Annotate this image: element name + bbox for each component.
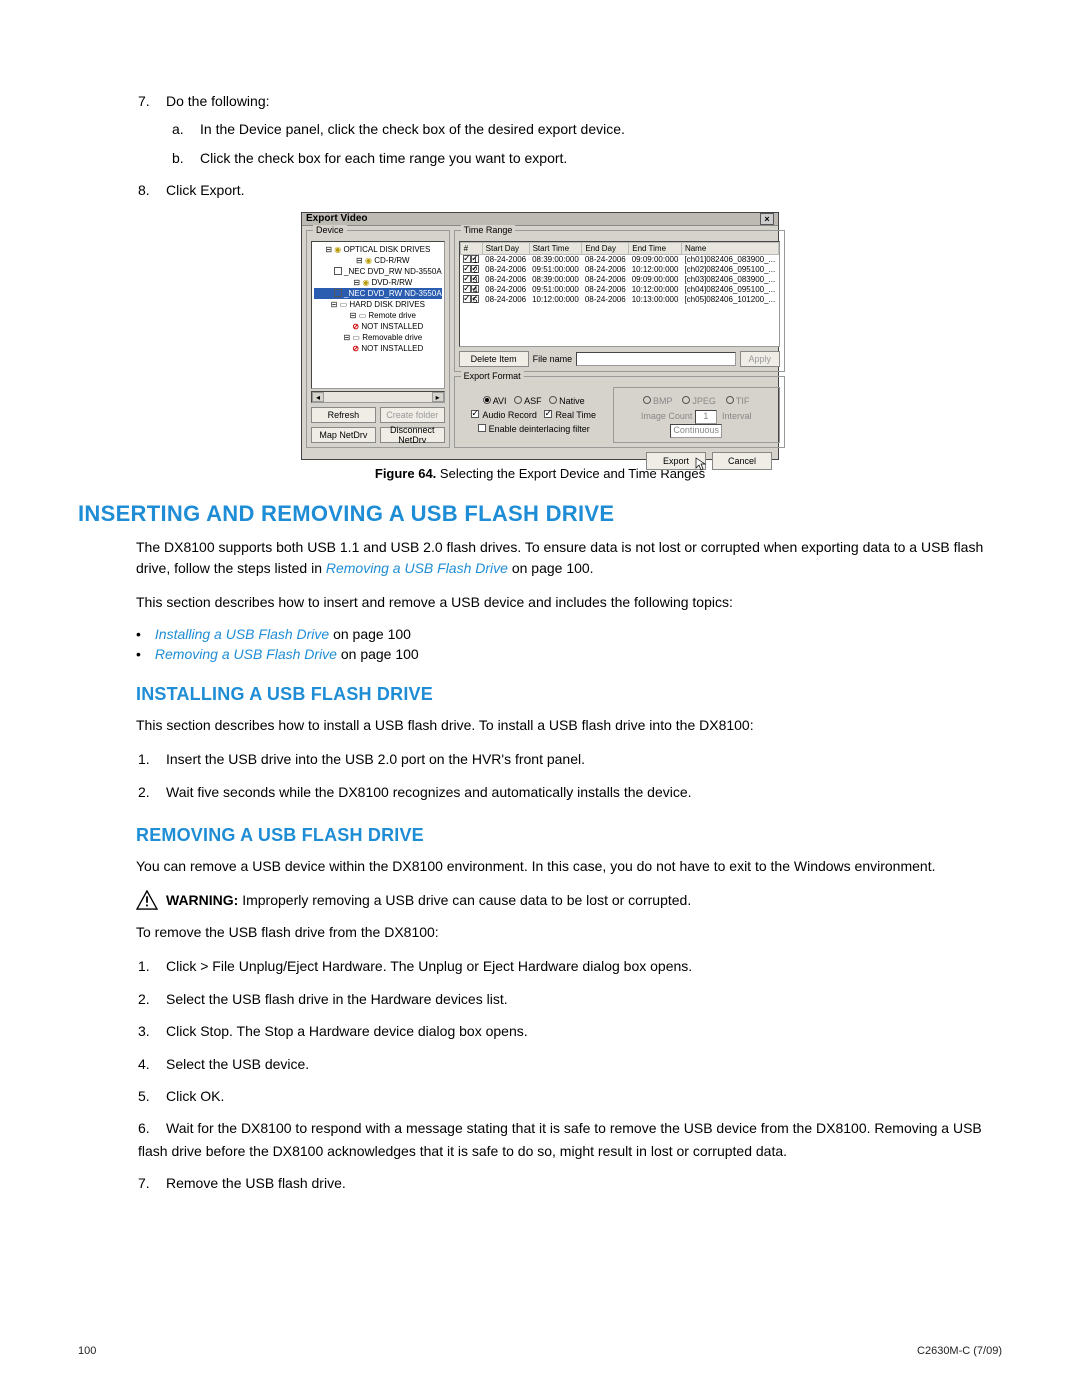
export-video-dialog: Export Video × Device ⊟ ◉ OPTICAL DISK D… bbox=[301, 212, 779, 460]
subheading-remove: REMOVING A USB FLASH DRIVE bbox=[136, 825, 1002, 846]
realtime-checkbox[interactable] bbox=[544, 410, 552, 418]
remove-step-2: 2.Select the USB flash drive in the Hard… bbox=[138, 988, 1002, 1010]
export-button[interactable]: Export bbox=[646, 452, 706, 470]
link-removing-usb[interactable]: Removing a USB Flash Drive bbox=[326, 560, 508, 576]
create-folder-button[interactable]: Create folder bbox=[380, 407, 445, 423]
audio-checkbox[interactable] bbox=[471, 410, 479, 418]
topic-list: Installing a USB Flash Drive on page 100… bbox=[136, 626, 1002, 662]
bmp-radio[interactable] bbox=[643, 396, 651, 404]
remove-step-1: 1.Click > File Unplug/Eject Hardware. Th… bbox=[138, 955, 1002, 977]
intro-paragraph-1: The DX8100 supports both USB 1.1 and USB… bbox=[136, 537, 1002, 580]
map-netdrv-button[interactable]: Map NetDrv bbox=[311, 427, 376, 443]
link-installing-usb[interactable]: Installing a USB Flash Drive bbox=[155, 626, 329, 642]
step-7: 7.Do the following: a.In the Device pane… bbox=[138, 90, 1002, 169]
subheading-install: INSTALLING A USB FLASH DRIVE bbox=[136, 684, 1002, 705]
export-format-panel: Export Format AVI ASF Native Audio Recor… bbox=[454, 376, 785, 448]
apply-button[interactable]: Apply bbox=[740, 351, 780, 367]
avi-radio[interactable] bbox=[483, 396, 491, 404]
native-radio[interactable] bbox=[549, 396, 557, 404]
deinterlace-checkbox[interactable] bbox=[478, 424, 486, 432]
intro-paragraph-2: This section describes how to insert and… bbox=[136, 592, 1002, 614]
install-steps: 1.Insert the USB drive into the USB 2.0 … bbox=[138, 748, 1002, 803]
install-step-2: 2.Wait five seconds while the DX8100 rec… bbox=[138, 781, 1002, 803]
device-legend: Device bbox=[313, 225, 347, 235]
delete-item-button[interactable]: Delete Item bbox=[459, 351, 529, 367]
warning-icon bbox=[136, 890, 158, 910]
device-scrollbar[interactable]: ◂▸ bbox=[311, 391, 445, 403]
device-tree[interactable]: ⊟ ◉ OPTICAL DISK DRIVES ⊟ ◉ CD-R/RW _NEC… bbox=[311, 241, 445, 389]
dialog-title: Export Video bbox=[306, 213, 368, 224]
warning: WARNING: Improperly removing a USB drive… bbox=[136, 890, 1002, 910]
table-row: 408-24-200609:51:00:00008-24-200610:12:0… bbox=[460, 285, 778, 295]
step-7b: b.Click the check box for each time rang… bbox=[172, 147, 1002, 169]
link-removing-usb-2[interactable]: Removing a USB Flash Drive bbox=[155, 646, 337, 662]
doc-id: C2630M-C (7/09) bbox=[917, 1345, 1002, 1357]
filename-input[interactable] bbox=[576, 352, 736, 366]
time-range-legend: Time Range bbox=[461, 225, 516, 235]
remove-step-6: 6.Wait for the DX8100 to respond with a … bbox=[138, 1117, 1002, 1162]
image-format-group: BMP JPEG TIF Image Count 1 Interval Cont… bbox=[613, 387, 780, 443]
page-footer: 100 C2630M-C (7/09) bbox=[78, 1345, 1002, 1357]
export-format-legend: Export Format bbox=[461, 371, 524, 381]
filename-label: File name bbox=[533, 354, 573, 364]
remove-step-4: 4.Select the USB device. bbox=[138, 1053, 1002, 1075]
tif-radio[interactable] bbox=[726, 396, 734, 404]
install-step-1: 1.Insert the USB drive into the USB 2.0 … bbox=[138, 748, 1002, 770]
figure-caption: Figure 64. Selecting the Export Device a… bbox=[78, 466, 1002, 481]
page-number: 100 bbox=[78, 1345, 96, 1357]
step-7a: a.In the Device panel, click the check b… bbox=[172, 118, 1002, 140]
table-row: 208-24-200609:51:00:00008-24-200610:12:0… bbox=[460, 265, 778, 275]
table-row: 108-24-200608:39:00:00008-24-200609:09:0… bbox=[460, 254, 778, 265]
device-panel: Device ⊟ ◉ OPTICAL DISK DRIVES ⊟ ◉ CD-R/… bbox=[306, 230, 450, 448]
image-count-input[interactable]: 1 bbox=[695, 410, 717, 424]
remove-paragraph-1: You can remove a USB device within the D… bbox=[136, 856, 1002, 878]
interval-select[interactable]: Continuous bbox=[670, 424, 722, 438]
table-row: 508-24-200610:12:00:00008-24-200610:13:0… bbox=[460, 295, 778, 305]
install-paragraph: This section describes how to install a … bbox=[136, 715, 1002, 737]
refresh-button[interactable]: Refresh bbox=[311, 407, 376, 423]
jpeg-radio[interactable] bbox=[682, 396, 690, 404]
cursor-icon bbox=[695, 457, 707, 471]
list-item: Installing a USB Flash Drive on page 100 bbox=[136, 626, 1002, 642]
time-range-panel: Time Range #Start DayStart Time End DayE… bbox=[454, 230, 785, 372]
section-heading-1: INSERTING AND REMOVING A USB FLASH DRIVE bbox=[78, 501, 1002, 527]
dialog-titlebar: Export Video × bbox=[302, 213, 778, 226]
cancel-button[interactable]: Cancel bbox=[712, 452, 772, 470]
remove-step-3: 3.Click Stop. The Stop a Hardware device… bbox=[138, 1020, 1002, 1042]
remove-step-7: 7.Remove the USB flash drive. bbox=[138, 1172, 1002, 1194]
close-icon[interactable]: × bbox=[760, 213, 774, 225]
table-row: 308-24-200608:39:00:00008-24-200609:09:0… bbox=[460, 275, 778, 285]
remove-steps: 1.Click > File Unplug/Eject Hardware. Th… bbox=[138, 955, 1002, 1194]
remove-paragraph-2: To remove the USB flash drive from the D… bbox=[136, 922, 1002, 944]
remove-step-5: 5.Click OK. bbox=[138, 1085, 1002, 1107]
asf-radio[interactable] bbox=[514, 396, 522, 404]
list-item: Removing a USB Flash Drive on page 100 bbox=[136, 646, 1002, 662]
disconnect-netdrv-button[interactable]: Disconnect NetDrv bbox=[380, 427, 445, 443]
time-range-table[interactable]: #Start DayStart Time End DayEnd TimeName… bbox=[459, 241, 780, 347]
pre-figure-steps: 7.Do the following: a.In the Device pane… bbox=[138, 90, 1002, 202]
step-8: 8.Click Export. bbox=[138, 179, 1002, 201]
